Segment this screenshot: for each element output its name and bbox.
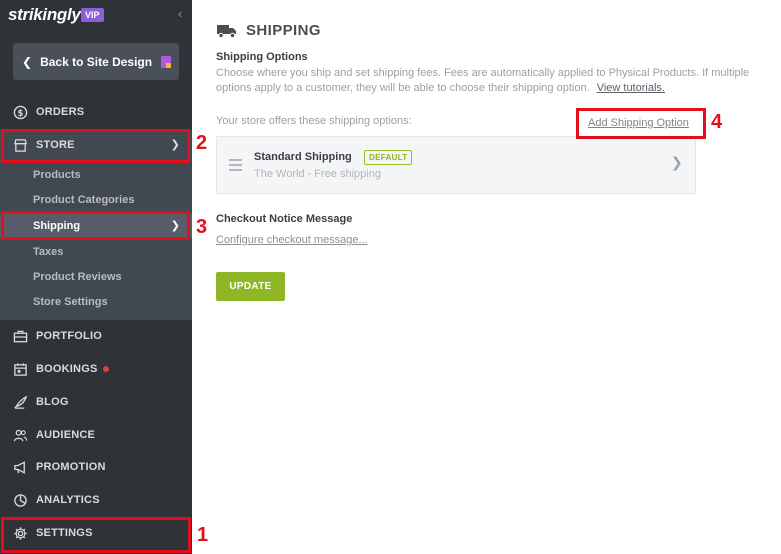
vip-badge: VIP bbox=[81, 8, 104, 22]
default-badge: DEFAULT bbox=[364, 150, 413, 165]
briefcase-icon bbox=[12, 328, 28, 344]
callout-number: 3 bbox=[196, 216, 208, 238]
shipping-option-region: The World - Free shipping bbox=[254, 168, 381, 180]
nav-label: BLOG bbox=[36, 396, 69, 408]
nav-label: ANALYTICS bbox=[36, 494, 100, 506]
shipping-options-heading: Shipping Options bbox=[216, 51, 308, 63]
app-root: strikingly VIP ‹ ❮ Back to Site Design $… bbox=[0, 0, 781, 554]
back-to-site-design-button[interactable]: ❮ Back to Site Design bbox=[13, 43, 179, 80]
shipping-option-name: Standard Shipping bbox=[254, 151, 352, 163]
sidebar-item-products[interactable]: Products bbox=[0, 163, 192, 187]
nav-item-audience[interactable]: AUDIENCE bbox=[0, 420, 192, 450]
strikingly-logo[interactable]: strikingly bbox=[8, 5, 81, 25]
collapse-sidebar-icon[interactable]: ‹ bbox=[178, 6, 182, 21]
callout-number: 4 bbox=[711, 111, 723, 133]
store-submenu: Products Product Categories Shipping ❯ T… bbox=[0, 160, 192, 320]
chevron-right-icon[interactable]: ❯ bbox=[671, 154, 683, 171]
sidebar-item-taxes[interactable]: Taxes bbox=[0, 240, 192, 264]
sidebar-item-product-reviews[interactable]: Product Reviews bbox=[0, 265, 192, 289]
page-title-text: SHIPPING bbox=[246, 22, 321, 39]
megaphone-icon bbox=[12, 459, 28, 475]
callout-box-add-shipping-option bbox=[576, 108, 706, 139]
truck-icon bbox=[217, 24, 236, 38]
logo-row: strikingly VIP ‹ bbox=[0, 0, 192, 30]
sidebar-item-product-categories[interactable]: Product Categories bbox=[0, 188, 192, 212]
chevron-left-icon: ❮ bbox=[22, 54, 33, 69]
sub-label: Store Settings bbox=[33, 296, 108, 308]
nav-item-blog[interactable]: BLOG bbox=[0, 387, 192, 417]
callout-box-store bbox=[1, 129, 190, 163]
nav-item-promotion[interactable]: PROMOTION bbox=[0, 452, 192, 482]
nav-item-bookings[interactable]: BOOKINGS bbox=[0, 354, 192, 384]
sidebar-item-store-settings[interactable]: Store Settings bbox=[0, 290, 192, 314]
shipping-description: Choose where you ship and set shipping f… bbox=[216, 66, 781, 96]
checkout-notice-heading: Checkout Notice Message bbox=[216, 213, 353, 225]
nav-label: AUDIENCE bbox=[36, 429, 96, 441]
sub-label: Taxes bbox=[33, 246, 64, 258]
nav-item-orders[interactable]: $ ORDERS bbox=[0, 97, 192, 127]
calendar-icon bbox=[12, 361, 28, 377]
callout-number: 1 bbox=[197, 524, 209, 546]
drag-handle-icon[interactable] bbox=[229, 159, 242, 174]
sidebar: strikingly VIP ‹ ❮ Back to Site Design $… bbox=[0, 0, 192, 554]
quill-icon bbox=[12, 394, 28, 410]
people-icon bbox=[12, 427, 28, 443]
nav-label: PROMOTION bbox=[36, 461, 106, 473]
configure-checkout-message-link[interactable]: Configure checkout message... bbox=[216, 234, 368, 246]
callout-box-shipping bbox=[1, 211, 190, 240]
callout-number: 2 bbox=[196, 132, 208, 154]
nav-label: PORTFOLIO bbox=[36, 330, 102, 342]
sub-label: Product Reviews bbox=[33, 271, 122, 283]
shipping-option-card[interactable]: Standard Shipping DEFAULT The World - Fr… bbox=[216, 136, 696, 194]
nav-item-analytics[interactable]: ANALYTICS bbox=[0, 485, 192, 515]
nav-label: ORDERS bbox=[36, 106, 85, 118]
offers-text: Your store offers these shipping options… bbox=[216, 115, 412, 127]
dollar-circle-icon: $ bbox=[12, 104, 28, 120]
update-button[interactable]: UPDATE bbox=[216, 272, 285, 301]
site-design-icon bbox=[161, 55, 172, 68]
sub-label: Product Categories bbox=[33, 194, 135, 206]
page-title: SHIPPING bbox=[216, 22, 321, 39]
sub-label: Products bbox=[33, 169, 81, 181]
back-button-label: Back to Site Design bbox=[40, 54, 153, 69]
notification-dot bbox=[102, 366, 109, 372]
nav-label: BOOKINGS bbox=[36, 363, 98, 375]
view-tutorials-link[interactable]: View tutorials. bbox=[597, 82, 665, 94]
description-text: Choose where you ship and set shipping f… bbox=[216, 67, 750, 94]
callout-box-settings bbox=[1, 517, 191, 553]
nav-item-portfolio[interactable]: PORTFOLIO bbox=[0, 321, 192, 351]
main-panel: SHIPPING Shipping Options Choose where y… bbox=[192, 0, 781, 554]
svg-text:$: $ bbox=[17, 107, 23, 117]
pie-chart-icon bbox=[12, 492, 28, 508]
